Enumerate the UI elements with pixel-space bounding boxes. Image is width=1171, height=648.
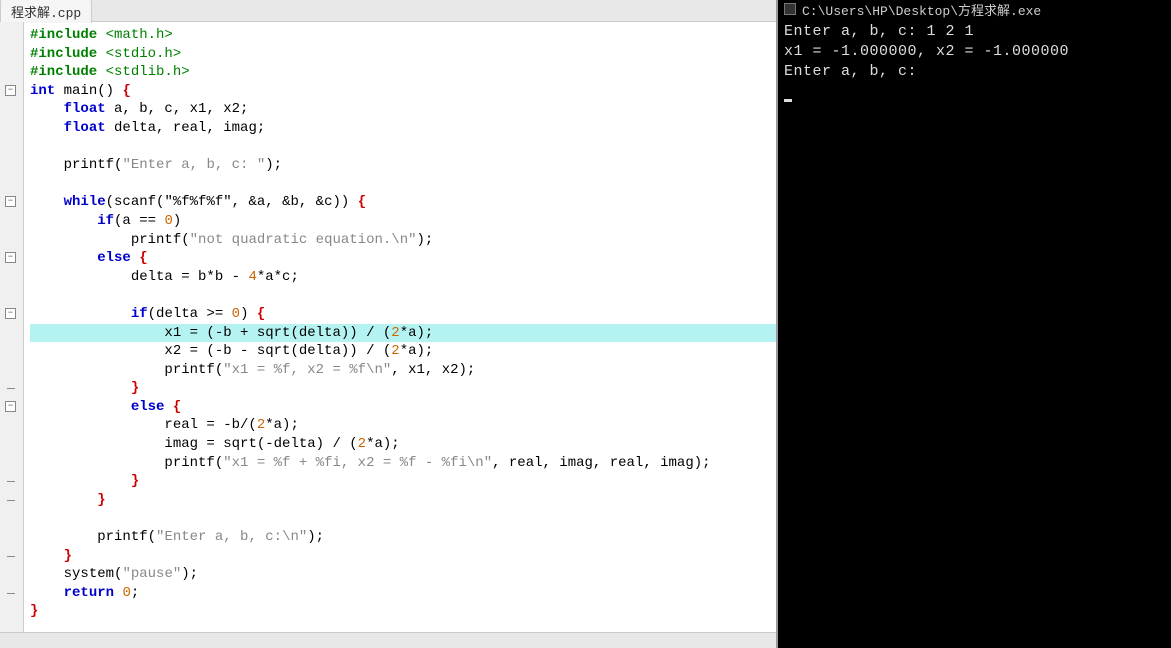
code-line[interactable]: } <box>30 379 776 398</box>
file-tab[interactable]: 程求解.cpp <box>0 0 92 23</box>
code-line[interactable] <box>30 175 776 194</box>
fold-toggle-icon[interactable]: − <box>5 196 16 207</box>
code-line[interactable]: printf("not quadratic equation.\n"); <box>30 231 776 250</box>
console-line: Enter a, b, c: 1 2 1 <box>784 22 1165 42</box>
code-editor-pane: 程求解.cpp −−−−− #include <math.h>#include … <box>0 0 778 648</box>
code-line[interactable]: printf("x1 = %f + %fi, x2 = %f - %fi\n",… <box>30 454 776 473</box>
code-line[interactable]: else { <box>30 249 776 268</box>
fold-toggle-icon[interactable]: − <box>5 85 16 96</box>
code-line[interactable]: else { <box>30 398 776 417</box>
code-line[interactable]: int main() { <box>30 82 776 101</box>
code-line[interactable]: real = -b/(2*a); <box>30 416 776 435</box>
fold-toggle-icon[interactable]: − <box>5 308 16 319</box>
horizontal-scrollbar[interactable] <box>0 632 776 648</box>
code-line[interactable]: } <box>30 491 776 510</box>
code-line[interactable]: x1 = (-b + sqrt(delta)) / (2*a); <box>30 324 776 343</box>
code-line[interactable]: #include <stdio.h> <box>30 45 776 64</box>
fold-gutter: − − − − − <box>0 22 24 648</box>
code-line[interactable]: printf("Enter a, b, c: "); <box>30 156 776 175</box>
console-line: Enter a, b, c: <box>784 62 1165 82</box>
fold-toggle-icon[interactable]: − <box>5 252 16 263</box>
code-line[interactable]: float a, b, c, x1, x2; <box>30 100 776 119</box>
fold-end-tick <box>7 388 15 389</box>
console-line: x1 = -1.000000, x2 = -1.000000 <box>784 42 1165 62</box>
code-line[interactable]: imag = sqrt(-delta) / (2*a); <box>30 435 776 454</box>
code-line[interactable] <box>30 286 776 305</box>
console-title: C:\Users\HP\Desktop\方程求解.exe <box>802 0 1041 19</box>
code-line[interactable]: printf("Enter a, b, c:\n"); <box>30 528 776 547</box>
code-line[interactable]: printf("x1 = %f, x2 = %f\n", x1, x2); <box>30 361 776 380</box>
code-line[interactable]: if(delta >= 0) { <box>30 305 776 324</box>
code-line[interactable]: return 0; <box>30 584 776 603</box>
code-line[interactable]: #include <math.h> <box>30 26 776 45</box>
fold-end-tick <box>7 500 15 501</box>
code-line[interactable] <box>30 509 776 528</box>
code-line[interactable] <box>30 138 776 157</box>
fold-toggle-icon[interactable]: − <box>5 401 16 412</box>
code-line[interactable]: } <box>30 602 776 621</box>
fold-end-tick <box>7 481 15 482</box>
fold-end-tick <box>7 556 15 557</box>
code-line[interactable]: while(scanf("%f%f%f", &a, &b, &c)) { <box>30 193 776 212</box>
console-output[interactable]: Enter a, b, c: 1 2 1x1 = -1.000000, x2 =… <box>778 18 1171 106</box>
code-line[interactable]: delta = b*b - 4*a*c; <box>30 268 776 287</box>
console-pane: C:\Users\HP\Desktop\方程求解.exe Enter a, b,… <box>778 0 1171 648</box>
tab-bar: 程求解.cpp <box>0 0 776 22</box>
console-titlebar: C:\Users\HP\Desktop\方程求解.exe <box>778 0 1171 18</box>
console-cursor <box>784 99 792 102</box>
code-line[interactable]: #include <stdlib.h> <box>30 63 776 82</box>
code-line[interactable]: } <box>30 472 776 491</box>
code-line[interactable]: if(a == 0) <box>30 212 776 231</box>
code-area[interactable]: − − − − − #include <math.h>#include <stdio.h… <box>0 22 776 648</box>
console-window-icon <box>784 3 796 15</box>
code-line[interactable]: } <box>30 547 776 566</box>
code-lines[interactable]: #include <math.h>#include <stdio.h>#incl… <box>24 22 776 648</box>
code-line[interactable]: x2 = (-b - sqrt(delta)) / (2*a); <box>30 342 776 361</box>
fold-end-tick <box>7 593 15 594</box>
code-line[interactable]: float delta, real, imag; <box>30 119 776 138</box>
code-line[interactable]: system("pause"); <box>30 565 776 584</box>
